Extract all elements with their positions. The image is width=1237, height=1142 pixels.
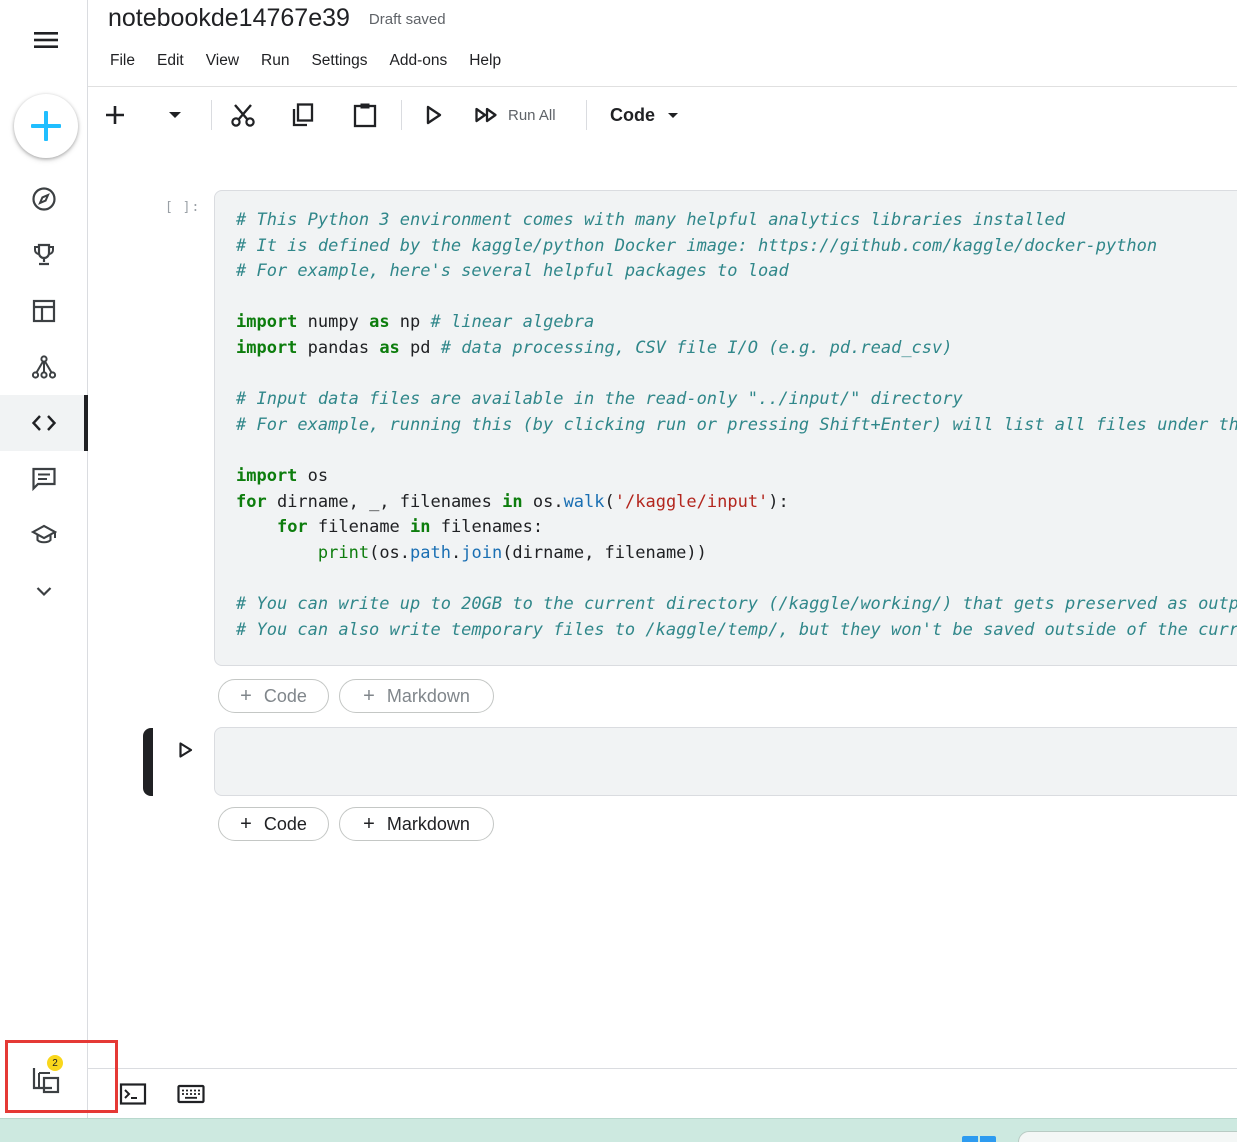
notebook-title[interactable]: notebookde14767e39 <box>108 4 350 33</box>
add-cell-button[interactable] <box>100 92 130 138</box>
kaggle-notebook-editor: notebookde14767e39 Draft saved File Edit… <box>0 0 1237 1142</box>
plus-icon: + <box>240 812 252 835</box>
os-taskbar <box>0 1118 1237 1142</box>
cell-type-dropdown[interactable]: Code <box>610 92 690 138</box>
sidebar-item-explore[interactable] <box>0 171 88 227</box>
copy-icon <box>292 103 314 127</box>
code-cell-editor[interactable]: # This Python 3 environment comes with m… <box>214 190 1237 666</box>
caret-down-icon <box>169 112 181 118</box>
left-navigation-rail <box>0 0 88 1118</box>
add-code-label: Code <box>263 685 307 706</box>
taskbar-search[interactable] <box>1018 1131 1237 1142</box>
table-icon <box>32 299 56 323</box>
graduation-cap-icon <box>31 524 57 544</box>
clipboard-icon <box>353 103 377 128</box>
play-icon <box>179 742 193 758</box>
windows-start-icon[interactable] <box>962 1136 996 1142</box>
copy-cell-button[interactable] <box>288 92 318 138</box>
terminal-icon <box>119 1083 147 1105</box>
run-all-button[interactable]: Run All <box>474 92 570 138</box>
empty-code-cell-editor[interactable] <box>214 727 1237 796</box>
toolbar-separator <box>211 100 212 130</box>
notebook-header: notebookde14767e39 Draft saved <box>108 4 446 40</box>
sidebar-item-learn[interactable] <box>0 507 88 563</box>
model-network-icon <box>31 355 57 379</box>
console-button[interactable] <box>118 1080 148 1108</box>
sidebar-item-competitions[interactable] <box>0 227 88 283</box>
add-code-label: Code <box>263 813 307 834</box>
keyboard-shortcuts-button[interactable] <box>176 1080 206 1108</box>
add-code-cell-button[interactable]: + Code <box>218 679 329 713</box>
chevron-down-icon <box>36 587 52 597</box>
cut-cell-button[interactable] <box>228 92 258 138</box>
save-status: Draft saved <box>368 11 446 28</box>
paste-cell-button[interactable] <box>350 92 380 138</box>
notebook-toolbar: Run All Code <box>88 92 1237 138</box>
sidebar-item-code[interactable] <box>0 395 88 451</box>
create-button[interactable] <box>14 94 78 158</box>
play-icon <box>426 105 442 125</box>
menu-view[interactable]: View <box>195 50 250 76</box>
menu-file[interactable]: File <box>99 50 146 76</box>
menu-icon[interactable] <box>28 24 64 56</box>
fast-forward-icon <box>475 107 497 123</box>
plus-icon <box>106 106 124 124</box>
run-cell-button[interactable] <box>420 92 446 138</box>
discussion-icon <box>32 467 56 492</box>
code-content[interactable]: # This Python 3 environment comes with m… <box>236 208 1237 643</box>
compass-icon <box>32 187 56 211</box>
cell-execution-prompt: [ ]: <box>165 200 201 215</box>
trophy-icon <box>34 243 54 266</box>
menu-help[interactable]: Help <box>458 50 512 76</box>
add-cell-dropdown[interactable] <box>160 92 190 138</box>
plus-icon: + <box>363 684 375 707</box>
add-code-cell-button[interactable]: + Code <box>218 807 329 841</box>
add-cell-row: + Code + Markdown <box>218 679 494 713</box>
toolbar-separator <box>401 100 402 130</box>
highlight-annotation <box>5 1040 118 1113</box>
sidebar-item-discussions[interactable] <box>0 451 88 507</box>
sidebar-item-datasets[interactable] <box>0 283 88 339</box>
add-markdown-cell-button[interactable]: + Markdown <box>339 807 494 841</box>
add-markdown-label: Markdown <box>386 813 470 834</box>
menu-bar: File Edit View Run Settings Add-ons Help <box>99 50 512 76</box>
toolbar-separator <box>586 100 587 130</box>
run-cell-button[interactable] <box>172 737 198 763</box>
header-divider <box>88 86 1237 87</box>
caret-down-icon <box>668 113 678 118</box>
code-brackets-icon <box>31 415 57 431</box>
add-markdown-cell-button[interactable]: + Markdown <box>339 679 494 713</box>
cell-type-label: Code <box>610 104 655 125</box>
bottom-divider <box>88 1068 1237 1069</box>
plus-icon <box>31 111 61 141</box>
menu-run[interactable]: Run <box>250 50 300 76</box>
scissors-icon <box>231 104 255 127</box>
sidebar-item-models[interactable] <box>0 339 88 395</box>
menu-edit[interactable]: Edit <box>146 50 195 76</box>
sidebar-item-more[interactable] <box>0 563 88 619</box>
menu-add-ons[interactable]: Add-ons <box>378 50 458 76</box>
add-markdown-label: Markdown <box>386 685 470 706</box>
plus-icon: + <box>240 684 252 707</box>
menu-settings[interactable]: Settings <box>300 50 378 76</box>
selected-cell-indicator <box>143 728 153 796</box>
add-cell-row: + Code + Markdown <box>218 807 494 841</box>
plus-icon: + <box>363 812 375 835</box>
run-all-label: Run All <box>508 106 556 124</box>
keyboard-icon <box>177 1084 205 1104</box>
